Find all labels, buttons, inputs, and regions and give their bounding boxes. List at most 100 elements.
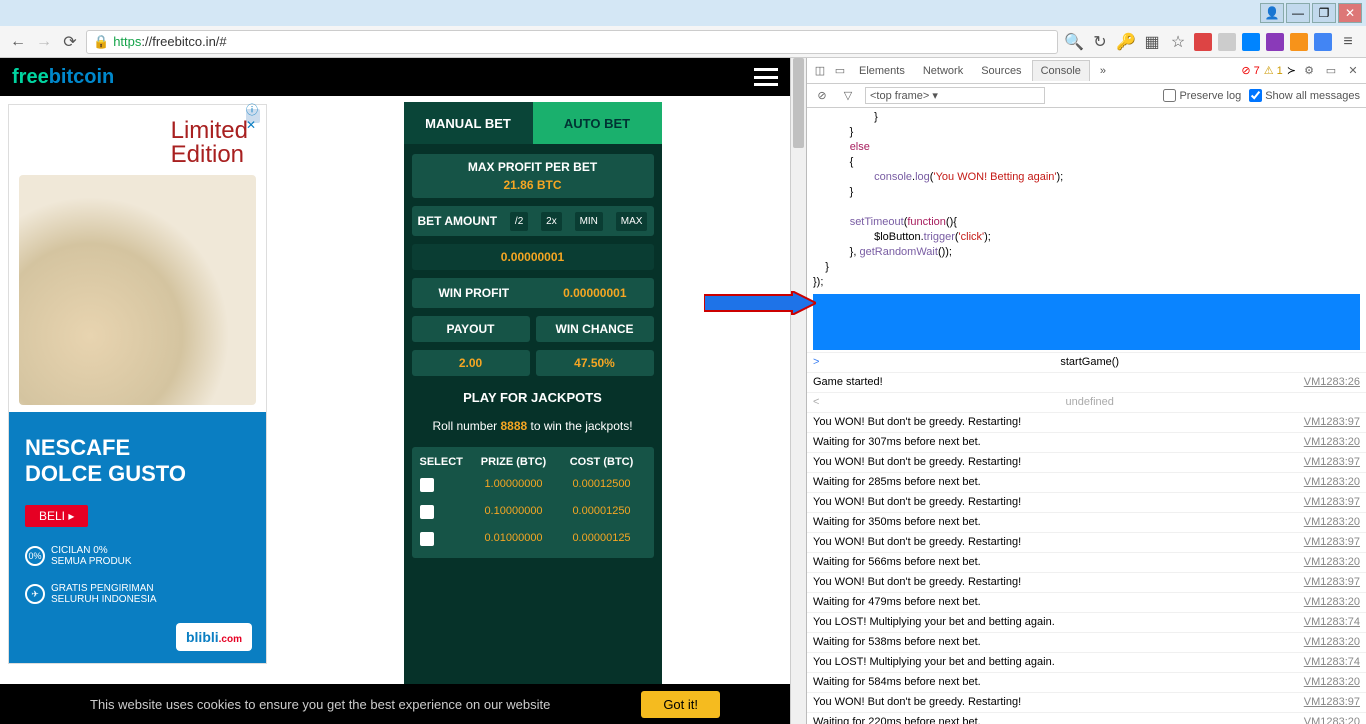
scrollbar-thumb[interactable] (793, 58, 804, 148)
bet-panel: MANUAL BET AUTO BET MAX PROFIT PER BET 2… (275, 96, 790, 724)
jackpot-cost: 0.00001250 (558, 505, 646, 522)
show-all-checkbox[interactable]: Show all messages (1249, 89, 1360, 102)
log-source-link[interactable]: VM1283:74 (1304, 614, 1360, 631)
win-profit-value: 0.00000001 (563, 286, 626, 300)
back-button[interactable]: ← (8, 32, 28, 52)
source-preview: } } else { console.log('You WON! Betting… (807, 108, 1366, 292)
min-button[interactable]: MIN (575, 212, 603, 231)
forward-button[interactable]: → (34, 32, 54, 52)
url-path: ://freebitco.in/# (141, 34, 226, 49)
inspect-icon[interactable]: ◫ (811, 62, 829, 80)
payout-chance-labels: PAYOUT WIN CHANCE (412, 316, 654, 342)
key-icon[interactable]: 🔑 (1116, 32, 1136, 52)
ext-icon-3[interactable] (1242, 33, 1260, 51)
site-logo[interactable]: freebitcoin (12, 66, 114, 89)
page-scrollbar[interactable] (790, 58, 806, 724)
ext-icon-1[interactable] (1194, 33, 1212, 51)
ext-icon-4[interactable] (1266, 33, 1284, 51)
jackpot-cost: 0.00012500 (558, 478, 646, 495)
console-body[interactable]: } } else { console.log('You WON! Betting… (807, 108, 1366, 724)
ad-brand: NESCAFE DOLCE GUSTO (25, 435, 186, 488)
log-source-link[interactable]: VM1283:97 (1304, 454, 1360, 471)
log-source-link[interactable]: VM1283:97 (1304, 694, 1360, 711)
log-source-link[interactable]: VM1283:20 (1304, 514, 1360, 531)
log-source-link[interactable]: VM1283:97 (1304, 534, 1360, 551)
console-log-line: Waiting for 220ms before next bet.VM1283… (807, 712, 1366, 724)
close-button[interactable]: ✕ (1338, 3, 1362, 23)
log-source-link[interactable]: VM1283:97 (1304, 414, 1360, 431)
url-protocol: https (113, 34, 141, 49)
console-log-line: Waiting for 584ms before next bet.VM1283… (807, 672, 1366, 692)
ad-panel: ⓘ ✕ Limited Edition NESCAFE DOLCE GUSTO … (0, 96, 275, 724)
maximize-button[interactable]: ❐ (1312, 3, 1336, 23)
log-source-link[interactable]: VM1283:20 (1304, 554, 1360, 571)
drawer-icon[interactable]: ≻ (1287, 64, 1296, 77)
zoom-icon[interactable]: 🔍 (1064, 32, 1084, 52)
error-count[interactable]: ⊘ 7 (1241, 64, 1259, 77)
ext-icon-2[interactable] (1218, 33, 1236, 51)
jackpot-checkbox[interactable] (420, 478, 434, 492)
annotation-arrow-icon (704, 291, 816, 315)
win-chance-input[interactable]: 47.50% (536, 350, 654, 376)
max-button[interactable]: MAX (616, 212, 648, 231)
log-source-link[interactable]: VM1283:20 (1304, 594, 1360, 611)
jackpot-table: SELECT PRIZE (BTC) COST (BTC) 1.00000000… (412, 447, 654, 558)
payout-label: PAYOUT (412, 316, 530, 342)
reload-button[interactable]: ⟳ (60, 32, 80, 52)
log-source-link[interactable]: VM1283:20 (1304, 434, 1360, 451)
log-source-link[interactable]: VM1283:74 (1304, 654, 1360, 671)
console-log-line: startGame() (807, 352, 1366, 372)
device-icon[interactable]: ▭ (831, 62, 849, 80)
jackpot-checkbox[interactable] (420, 505, 434, 519)
log-source-link[interactable]: VM1283:26 (1304, 374, 1360, 391)
ad-box[interactable]: ⓘ ✕ Limited Edition NESCAFE DOLCE GUSTO … (8, 104, 267, 664)
clear-console-icon[interactable]: ⊘ (813, 87, 831, 105)
window-controls: 👤 — ❐ ✕ (0, 0, 1366, 26)
jackpot-checkbox[interactable] (420, 532, 434, 546)
console-log-line: Waiting for 566ms before next bet.VM1283… (807, 552, 1366, 572)
log-source-link[interactable]: VM1283:20 (1304, 714, 1360, 724)
tab-console[interactable]: Console (1032, 60, 1090, 81)
tabs-overflow[interactable]: » (1092, 61, 1114, 81)
filter-icon[interactable]: ▽ (839, 87, 857, 105)
console-toolbar: ⊘ ▽ <top frame> ▾ Preserve log Show all … (807, 84, 1366, 108)
log-source-link[interactable]: VM1283:20 (1304, 674, 1360, 691)
hamburger-icon[interactable] (754, 68, 778, 86)
dock-icon[interactable]: ▭ (1322, 62, 1340, 80)
log-source-link[interactable]: VM1283:97 (1304, 574, 1360, 591)
frame-select[interactable]: <top frame> ▾ (865, 87, 1045, 104)
tab-manual-bet[interactable]: MANUAL BET (404, 102, 533, 144)
preserve-log-checkbox[interactable]: Preserve log (1163, 89, 1241, 102)
ext-icon-6[interactable] (1314, 33, 1332, 51)
payout-input[interactable]: 2.00 (412, 350, 530, 376)
devtools-tabs: ◫ ▭ Elements Network Sources Console » ⊘… (807, 58, 1366, 84)
cookie-accept-button[interactable]: Got it! (641, 691, 720, 718)
tab-sources[interactable]: Sources (973, 61, 1029, 81)
log-source-link[interactable]: VM1283:20 (1304, 634, 1360, 651)
card-icon[interactable]: ▦ (1142, 32, 1162, 52)
star-icon[interactable]: ☆ (1168, 32, 1188, 52)
minimize-button[interactable]: — (1286, 3, 1310, 23)
double-button[interactable]: 2x (541, 212, 562, 231)
settings-icon[interactable]: ⚙ (1300, 62, 1318, 80)
warn-count[interactable]: ⚠ 1 (1264, 64, 1283, 77)
plane-icon: ✈ (25, 584, 45, 604)
user-icon[interactable]: 👤 (1260, 3, 1284, 23)
tab-auto-bet[interactable]: AUTO BET (533, 102, 662, 144)
ad-blibli-logo: blibli.com (176, 623, 252, 651)
menu-icon[interactable]: ≡ (1338, 32, 1358, 52)
half-button[interactable]: /2 (510, 212, 528, 231)
url-input[interactable]: 🔒 https ://freebitco.in/# (86, 30, 1058, 54)
log-source-link[interactable]: VM1283:20 (1304, 474, 1360, 491)
log-source-link[interactable]: VM1283:97 (1304, 494, 1360, 511)
ad-close-icon[interactable]: ⓘ ✕ (246, 109, 260, 123)
bet-amount-input[interactable]: 0.00000001 (412, 244, 654, 270)
devtools-close-icon[interactable]: ✕ (1344, 62, 1362, 80)
tab-network[interactable]: Network (915, 61, 971, 81)
ext-icon-5[interactable] (1290, 33, 1308, 51)
ad-buy-button[interactable]: BELI ▸ (25, 505, 88, 527)
sync-icon[interactable]: ↻ (1090, 32, 1110, 52)
tab-elements[interactable]: Elements (851, 61, 913, 81)
ad-product-image (19, 175, 256, 405)
win-chance-label: WIN CHANCE (536, 316, 654, 342)
